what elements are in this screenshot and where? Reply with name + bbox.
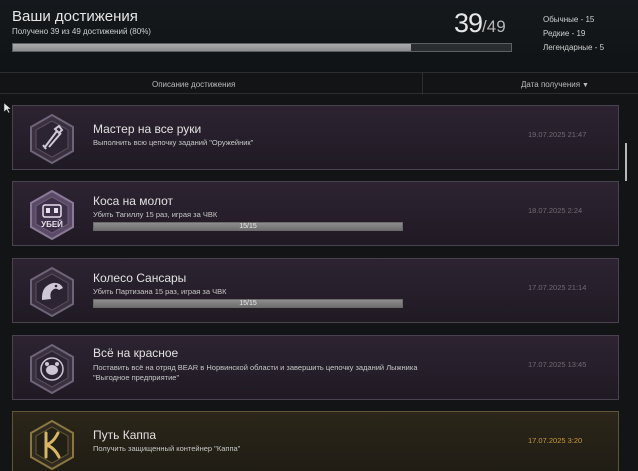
column-date-label: Дата получения <box>521 80 581 89</box>
chevron-down-icon: ▼ <box>582 82 589 89</box>
overall-progress-bar <box>12 43 512 52</box>
achievement-card-kosa[interactable]: УБЕЙ Коса на молот Убить Тагиллу 15 раз,… <box>12 181 619 246</box>
achievement-date: 17.07.2025 21:14 <box>528 283 587 292</box>
total-count: /49 <box>482 17 506 36</box>
column-description: Описание достижения <box>152 80 236 89</box>
achievement-progress-text: 15/15 <box>239 300 257 307</box>
list-scrollbar[interactable] <box>625 143 627 181</box>
achievements-header: Ваши достижения Получено 39 из 49 достиж… <box>0 0 638 72</box>
achievement-description: Убить Партизана 15 раз, играя за ЧВК <box>93 287 227 296</box>
page-title: Ваши достижения <box>12 8 138 25</box>
rarity-legendary-count: Легендарные - 5 <box>543 43 605 52</box>
achievement-title: Коса на молот <box>93 194 174 208</box>
bird-icon <box>30 266 74 318</box>
achievement-list[interactable]: Мастер на все руки Выполнить всю цепочку… <box>0 95 638 471</box>
achievement-progress-bar: 15/15 <box>93 222 403 231</box>
achievement-counter: 39/49 <box>454 8 506 39</box>
achievement-progress-text: 15/15 <box>239 223 257 230</box>
achievement-title: Мастер на все руки <box>93 122 202 136</box>
achievement-title: Всё на красное <box>93 346 179 360</box>
achievement-description: Поставить всё на отряд BEAR в Норвинской… <box>93 363 418 382</box>
column-divider <box>422 73 423 95</box>
column-date-sort[interactable]: Дата получения ▼ <box>521 80 589 89</box>
achievement-description: Выполнить всю цепочку заданий "Оружейник… <box>93 138 254 147</box>
rarity-common-count: Обычные - 15 <box>543 15 595 24</box>
tagilla-mask-icon: УБЕЙ <box>30 189 74 241</box>
achievement-date: 18.07.2025 2:24 <box>528 206 583 215</box>
achievement-date: 17.07.2025 3:20 <box>528 436 583 445</box>
achievement-progress-bar: 15/15 <box>93 299 403 308</box>
achievement-description: Убить Тагиллу 15 раз, играя за ЧВК <box>93 210 218 219</box>
achievement-card-samsara[interactable]: Колесо Сансары Убить Партизана 15 раз, и… <box>12 258 619 323</box>
achievement-card-kappa[interactable]: Путь Каппа Получить защищенный контейнер… <box>12 411 619 471</box>
progress-summary: Получено 39 из 49 достижений (80%) <box>12 27 151 36</box>
achievement-date: 19.07.2025 21:47 <box>528 130 587 139</box>
achievement-card-master[interactable]: Мастер на все руки Выполнить всю цепочку… <box>12 105 619 170</box>
kappa-icon <box>30 419 74 471</box>
wrench-icon <box>30 113 74 165</box>
achieved-count: 39 <box>454 8 483 38</box>
bear-emblem-icon <box>30 343 74 395</box>
overall-progress-fill <box>13 44 412 51</box>
column-header-row: Описание достижения Дата получения ▼ <box>0 72 638 95</box>
svg-text:УБЕЙ: УБЕЙ <box>41 220 63 229</box>
achievement-title: Колесо Сансары <box>93 271 187 285</box>
achievement-title: Путь Каппа <box>93 428 157 442</box>
rarity-rare-count: Редкие - 19 <box>543 29 586 38</box>
achievement-card-red[interactable]: Всё на красное Поставить всё на отряд BE… <box>12 335 619 400</box>
achievement-description: Получить защищенный контейнер "Каппа" <box>93 444 241 453</box>
achievement-date: 17.07.2025 13:45 <box>528 360 587 369</box>
